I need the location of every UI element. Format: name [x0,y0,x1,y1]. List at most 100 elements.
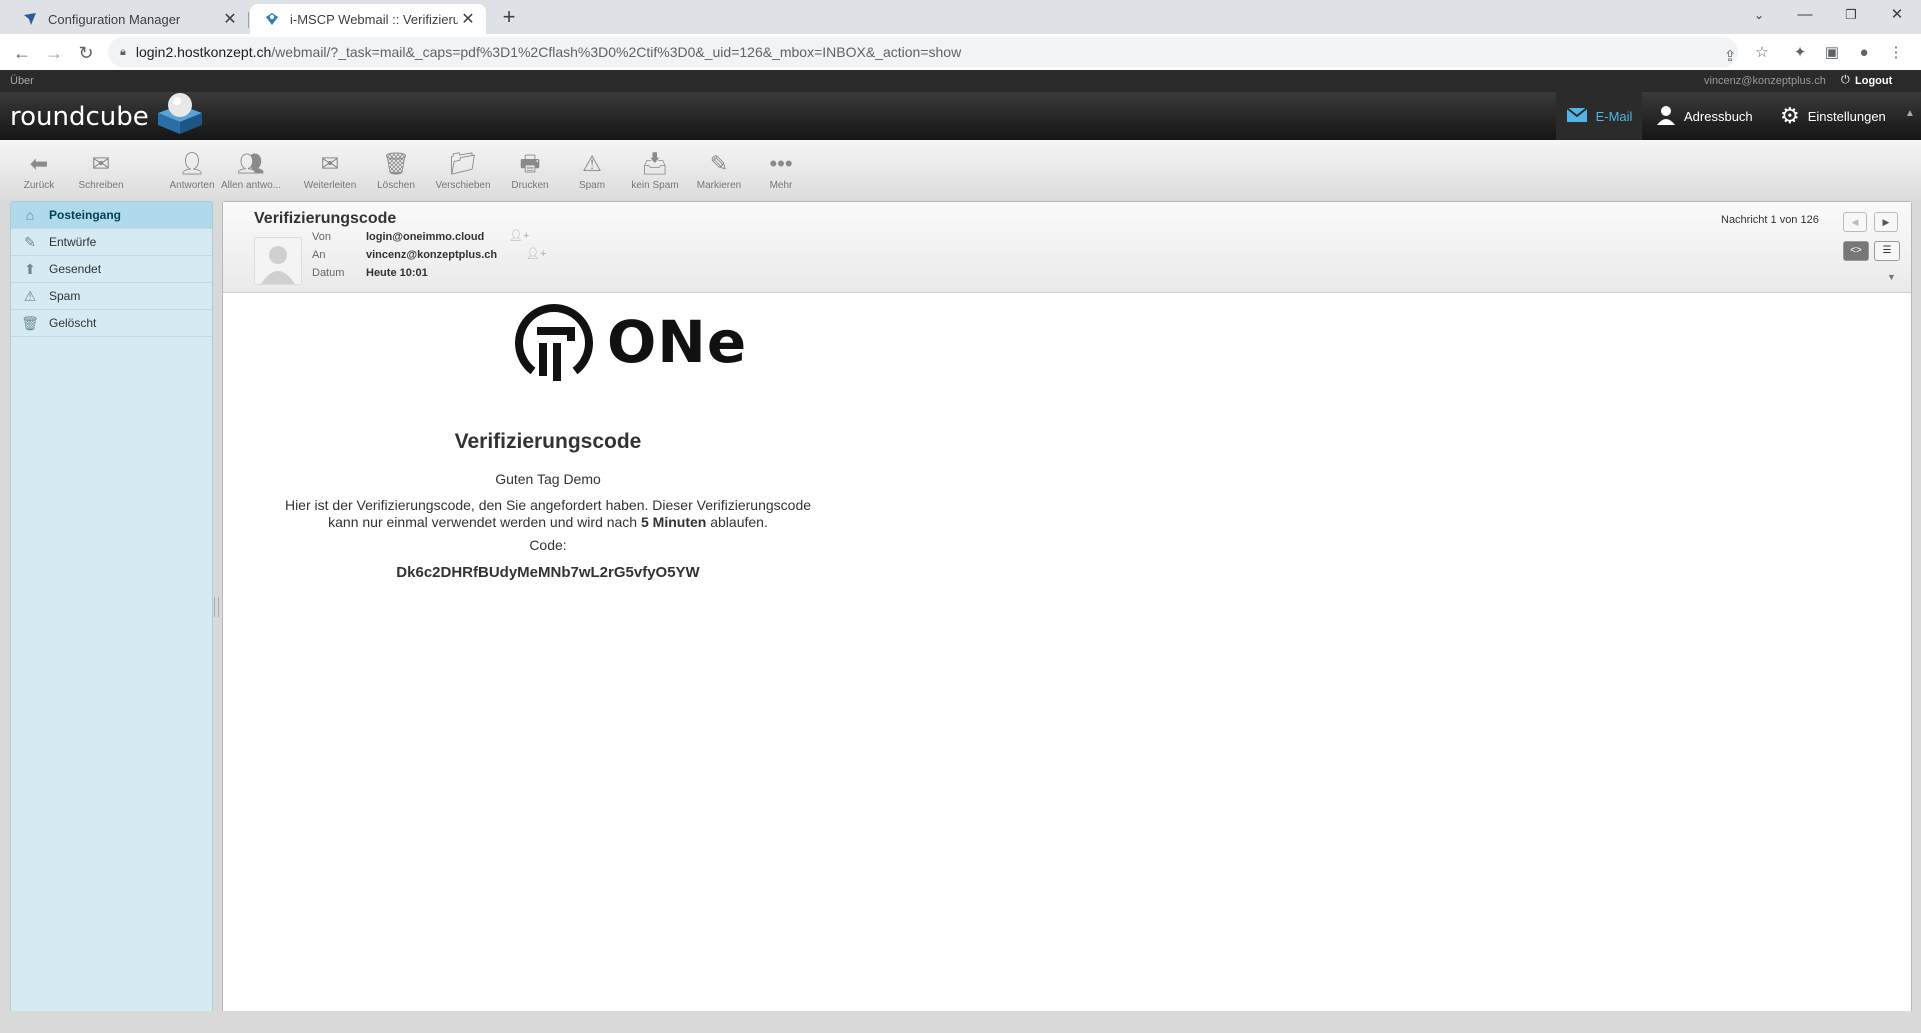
folder-label: Entwürfe [49,235,97,249]
bird-icon [22,11,38,27]
reply-person-icon: 👤︎ [178,151,206,176]
minimize-button[interactable]: — [1782,0,1828,30]
nav-settings[interactable]: ⚙ Einstellungen [1780,92,1886,140]
pane-splitter[interactable] [214,597,219,617]
add-contact-icon[interactable]: 👤︎+ [526,247,546,260]
close-window-button[interactable]: ✕ [1874,0,1920,30]
app-header: roundcube E-Mail Adressbuch ⚙ Einstellun… [0,92,1921,140]
more-dots-icon: ••• [769,151,793,176]
close-tab-icon[interactable]: ✕ [458,9,478,29]
menu-kebab-icon[interactable]: ⋮ [1884,41,1908,65]
previous-message-button[interactable]: ◀ [1843,212,1867,232]
mail-toolbar: ⬅ Zurück ✉ Schreiben 👤︎ Antworten 👥︎ Allen a… [0,140,1921,201]
reply-all-label: Allen antwo... [221,180,282,191]
collapse-header-icon[interactable]: ▲ [1905,108,1915,119]
reload-icon[interactable]: ↻ [74,41,98,65]
tab-search-icon[interactable]: ⌄ [1736,0,1782,30]
url-path: /webmail/?_task=mail&_caps=pdf%3D1%2Cfla… [271,44,962,60]
to-label: An [312,249,326,261]
not-spam-label: kein Spam [631,180,679,191]
forward-button[interactable]: ✉ Weiterleiten [300,150,360,191]
expand-headers-icon[interactable]: ▼ [1887,272,1896,282]
nav-addressbook-label: Adressbuch [1684,108,1753,124]
bottom-edge [0,1011,1921,1033]
compose-envelope-icon: ✉ [91,151,111,176]
about-link[interactable]: Über [10,75,34,87]
folder-move-icon: 📁︎ [449,151,477,176]
nav-email[interactable]: E-Mail [1556,92,1642,140]
email-title: Verifizierungscode [454,430,642,453]
delete-label: Löschen [377,180,415,191]
forward-label: Weiterleiten [303,180,357,191]
spam-button[interactable]: ⚠ Spam [562,150,622,191]
nav-addressbook[interactable]: Adressbuch [1656,92,1753,140]
one-brand-text: ONe [607,308,748,376]
url-text[interactable]: login2.hostkonzept.ch/webmail/?_task=mai… [136,44,961,60]
not-spam-button[interactable]: 📥︎ kein Spam [625,150,685,191]
browser-tab-configuration-manager[interactable]: Configuration Manager ✕ [8,4,248,34]
folder-sent[interactable]: ⬆ Gesendet [11,256,212,283]
tab-title: Configuration Manager [48,11,181,27]
more-label: Mehr [769,180,793,191]
folder-drafts[interactable]: ✎ Entwürfe [11,229,212,256]
spam-label: Spam [578,180,606,191]
forward-arrow-icon[interactable]: → [42,41,66,65]
paragraph-line-2: kann nur einmal verwendet werden und wir… [328,514,641,530]
from-address[interactable]: login@oneimmo.cloud [366,231,484,243]
close-tab-icon[interactable]: ✕ [220,9,240,29]
logout-link[interactable]: Logout [1855,75,1892,87]
folder-inbox[interactable]: ⌂ Posteingang [11,202,212,229]
back-button[interactable]: ⬅ Zurück [9,150,69,191]
restore-button[interactable]: ❐ [1828,0,1874,30]
message-header: Verifizierungscode Von login@oneimmo.clo… [223,202,1911,293]
roundcube-logo[interactable]: roundcube [10,93,205,134]
reply-button[interactable]: 👤︎ Antworten [162,150,222,191]
pencil-mark-icon: ✎ [709,151,729,176]
paragraph-line-2-end: ablaufen. [706,514,768,530]
profile-icon[interactable]: ● [1852,41,1876,65]
tab-title: i-MSCP Webmail :: Verifizierungs [290,11,458,27]
delete-button[interactable]: 🗑︎ Löschen [366,150,426,191]
folder-label: Spam [49,289,81,303]
extensions-icon[interactable]: ✦ [1788,41,1812,65]
new-tab-button[interactable]: + [496,5,522,31]
reply-label: Antworten [169,180,215,191]
pencil-icon: ✎ [24,233,36,250]
url-host: login2.hostkonzept.ch [135,44,272,60]
reply-all-button[interactable]: 👥︎ Allen antwo... [221,150,281,191]
print-label: Drucken [511,180,549,191]
spam-icon: ⚠ [582,151,602,176]
trash-icon: 🗑︎ [21,314,39,331]
trash-icon: 🗑︎ [382,151,410,176]
folder-label: Posteingang [49,208,122,222]
message-counter: Nachricht 1 von 126 [1721,214,1819,226]
folder-spam[interactable]: ⚠ Spam [11,283,212,310]
browser-tab-strip: Configuration Manager ✕ i-MSCP Webmail :… [0,0,1921,34]
logo-text: roundcube [10,102,149,132]
sent-icon: ⬆ [24,260,36,277]
back-arrow-icon[interactable]: ← [10,41,34,65]
date-value: Heute 10:01 [366,267,428,279]
html-view-button[interactable]: <> [1843,241,1869,261]
to-address[interactable]: vincenz@konzeptplus.ch [366,249,497,261]
code-label: Code: [529,537,567,553]
browser-tab-webmail[interactable]: i-MSCP Webmail :: Verifizierungs ✕ [250,4,486,34]
add-contact-icon[interactable]: 👤︎+ [509,229,529,242]
lock-icon: 🔒︎ [120,45,126,58]
spam-icon: ⚠ [23,287,37,304]
one-logo: ONe [513,301,747,383]
next-message-button[interactable]: ▶ [1874,212,1898,232]
star-icon[interactable]: ☆ [1750,41,1774,65]
compose-button[interactable]: ✉ Schreiben [71,150,131,191]
plaintext-view-button[interactable]: ☰ [1874,241,1900,261]
side-panel-icon[interactable]: ▣ [1820,41,1844,65]
share-icon[interactable]: ⇪ [1718,45,1742,69]
print-button[interactable]: 🖶 Drucken [500,150,560,191]
verification-code[interactable]: Dk6c2DHRfBUdyMeMNb7wL2rG5vfyO5YW [248,564,848,581]
address-bar[interactable]: 🔒︎ login2.hostkonzept.ch/webmail/?_task=… [108,37,1738,67]
folder-trash[interactable]: 🗑︎ Gelöscht [11,310,212,337]
mark-button[interactable]: ✎ Markieren [689,150,749,191]
nav-settings-label: Einstellungen [1807,108,1886,124]
more-button[interactable]: ••• Mehr [751,150,811,191]
move-button[interactable]: 📁︎ Verschieben [433,150,493,191]
